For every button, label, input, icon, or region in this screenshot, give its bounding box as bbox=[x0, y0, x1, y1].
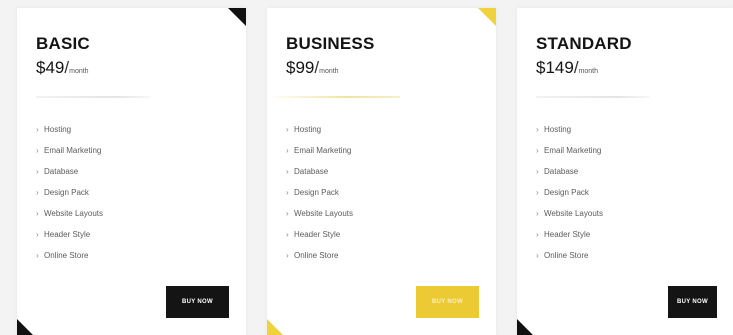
plan-name: BUSINESS bbox=[286, 34, 375, 53]
pricing-card-standard: STANDARD $149/month › Hosting › Email Mark… bbox=[517, 8, 733, 335]
feature-label: Design Pack bbox=[44, 188, 89, 197]
feature-item: › Database bbox=[286, 167, 353, 188]
chevron-right-icon: › bbox=[536, 251, 539, 260]
feature-label: Website Layouts bbox=[294, 209, 353, 218]
feature-item: › Database bbox=[536, 167, 603, 188]
buy-now-button[interactable]: BUY NOW bbox=[166, 286, 229, 318]
price-period: month bbox=[69, 68, 89, 75]
feature-item: › Design Pack bbox=[536, 188, 603, 209]
price-divider bbox=[36, 96, 150, 98]
feature-label: Online Store bbox=[294, 251, 339, 260]
chevron-right-icon: › bbox=[36, 209, 39, 218]
feature-label: Hosting bbox=[544, 125, 572, 134]
corner-top-triangle-icon bbox=[478, 8, 496, 26]
pricing-section: BASIC $49/month › Hosting › Email Marketin… bbox=[0, 0, 733, 335]
feature-item: › Online Store bbox=[36, 251, 103, 272]
chevron-right-icon: › bbox=[286, 146, 289, 155]
feature-label: Hosting bbox=[294, 125, 322, 134]
corner-top-triangle-icon bbox=[228, 8, 246, 26]
buy-now-button[interactable]: BUY NOW bbox=[668, 286, 717, 318]
chevron-right-icon: › bbox=[286, 188, 289, 197]
chevron-right-icon: › bbox=[536, 188, 539, 197]
price-period: month bbox=[319, 68, 339, 75]
feature-item: › Hosting bbox=[286, 125, 353, 146]
feature-item: › Design Pack bbox=[36, 188, 103, 209]
price-amount: $99 bbox=[286, 58, 315, 77]
plan-name: STANDARD bbox=[536, 34, 632, 53]
feature-label: Email Marketing bbox=[544, 146, 602, 155]
pricing-card-business: BUSINESS $99/month › Hosting › Email Marke… bbox=[267, 8, 496, 335]
plan-price: $49/month bbox=[36, 58, 89, 78]
feature-label: Design Pack bbox=[544, 188, 589, 197]
chevron-right-icon: › bbox=[36, 125, 39, 134]
plan-price: $149/month bbox=[536, 58, 598, 78]
feature-label: Website Layouts bbox=[44, 209, 103, 218]
feature-label: Database bbox=[544, 167, 579, 176]
chevron-right-icon: › bbox=[286, 167, 289, 176]
chevron-right-icon: › bbox=[36, 188, 39, 197]
corner-bottom-triangle-icon bbox=[517, 319, 533, 335]
feature-item: › Website Layouts bbox=[536, 209, 603, 230]
feature-list: › Hosting › Email Marketing › Database › Des… bbox=[536, 125, 603, 272]
chevron-right-icon: › bbox=[536, 209, 539, 218]
feature-item: › Email Marketing bbox=[36, 146, 103, 167]
price-divider bbox=[536, 96, 650, 98]
feature-item: › Email Marketing bbox=[536, 146, 603, 167]
feature-list: › Hosting › Email Marketing › Database › Des… bbox=[286, 125, 353, 272]
feature-label: Database bbox=[44, 167, 79, 176]
price-divider bbox=[267, 96, 400, 98]
feature-item: › Header Style bbox=[36, 230, 103, 251]
pricing-card-basic: BASIC $49/month › Hosting › Email Marketin… bbox=[17, 8, 246, 335]
feature-label: Online Store bbox=[544, 251, 589, 260]
feature-label: Hosting bbox=[44, 125, 72, 134]
feature-item: › Email Marketing bbox=[286, 146, 353, 167]
feature-label: Header Style bbox=[44, 230, 91, 239]
feature-label: Header Style bbox=[294, 230, 341, 239]
feature-list: › Hosting › Email Marketing › Database › Des… bbox=[36, 125, 103, 272]
feature-item: › Hosting bbox=[36, 125, 103, 146]
buy-now-button[interactable]: BUY NOW bbox=[416, 286, 479, 318]
chevron-right-icon: › bbox=[536, 125, 539, 134]
feature-item: › Header Style bbox=[286, 230, 353, 251]
feature-item: › Hosting bbox=[536, 125, 603, 146]
feature-label: Email Marketing bbox=[44, 146, 102, 155]
corner-bottom-triangle-icon bbox=[17, 319, 33, 335]
feature-label: Header Style bbox=[544, 230, 591, 239]
plan-name: BASIC bbox=[36, 34, 90, 53]
chevron-right-icon: › bbox=[36, 167, 39, 176]
chevron-right-icon: › bbox=[536, 230, 539, 239]
feature-label: Website Layouts bbox=[544, 209, 603, 218]
chevron-right-icon: › bbox=[36, 230, 39, 239]
feature-item: › Header Style bbox=[536, 230, 603, 251]
feature-item: › Website Layouts bbox=[36, 209, 103, 230]
chevron-right-icon: › bbox=[286, 251, 289, 260]
feature-item: › Online Store bbox=[286, 251, 353, 272]
chevron-right-icon: › bbox=[536, 167, 539, 176]
feature-label: Email Marketing bbox=[294, 146, 352, 155]
feature-label: Design Pack bbox=[294, 188, 339, 197]
chevron-right-icon: › bbox=[286, 230, 289, 239]
feature-item: › Design Pack bbox=[286, 188, 353, 209]
feature-label: Database bbox=[294, 167, 329, 176]
price-amount: $49 bbox=[36, 58, 65, 77]
corner-bottom-triangle-icon bbox=[267, 319, 283, 335]
chevron-right-icon: › bbox=[536, 146, 539, 155]
chevron-right-icon: › bbox=[36, 146, 39, 155]
price-period: month bbox=[578, 68, 599, 75]
feature-item: › Online Store bbox=[536, 251, 603, 272]
price-amount: $149 bbox=[536, 58, 574, 77]
chevron-right-icon: › bbox=[286, 209, 289, 218]
feature-item: › Website Layouts bbox=[286, 209, 353, 230]
chevron-right-icon: › bbox=[286, 125, 289, 134]
plan-price: $99/month bbox=[286, 58, 339, 78]
feature-label: Online Store bbox=[44, 251, 89, 260]
feature-item: › Database bbox=[36, 167, 103, 188]
chevron-right-icon: › bbox=[36, 251, 39, 260]
